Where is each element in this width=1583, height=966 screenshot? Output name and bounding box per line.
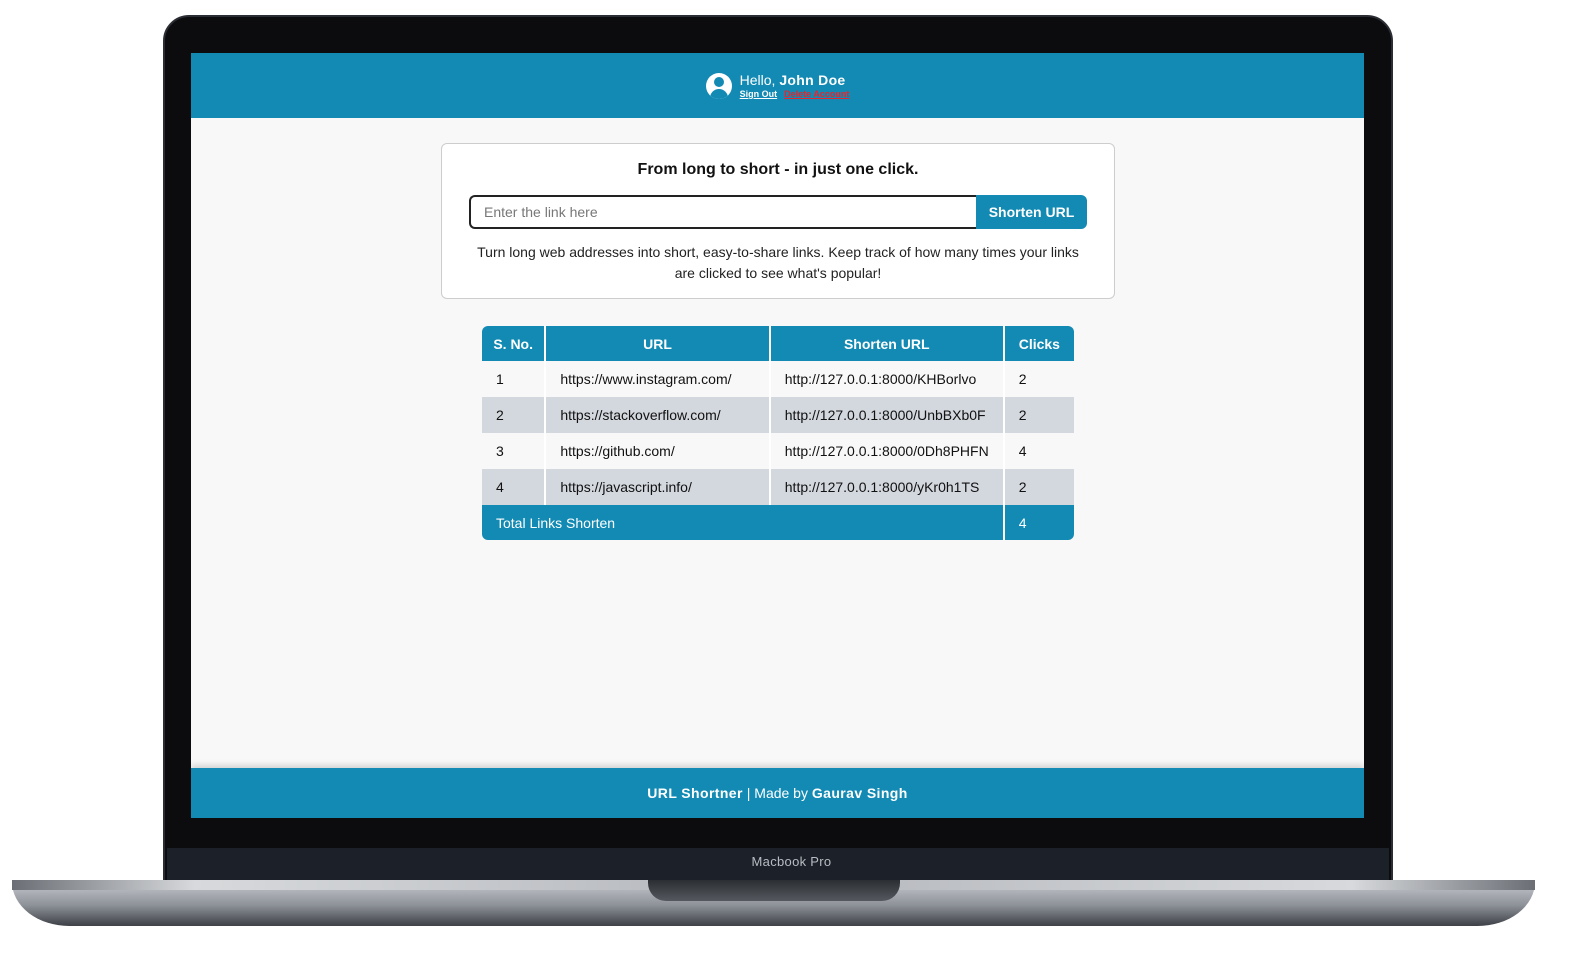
cell-url[interactable]: https://github.com/ [546,433,771,469]
table-row: 4 https://javascript.info/ http://127.0.… [482,469,1074,505]
shortener-form: Shorten URL [469,195,1087,229]
total-label: Total Links Shorten [482,505,1005,540]
table-total-row: Total Links Shorten 4 [482,505,1074,540]
account-links: Sign Out Delete Account [740,89,850,99]
app-footer: URL Shortner | Made by Gaurav Singh [191,768,1364,818]
cell-clicks: 2 [1004,397,1074,433]
app-screen: Hello, John Doe Sign Out Delete Account … [191,53,1364,818]
sign-out-link[interactable]: Sign Out [740,89,778,99]
cell-url[interactable]: https://javascript.info/ [546,469,771,505]
cell-url[interactable]: https://stackoverflow.com/ [546,397,771,433]
shortener-title: From long to short - in just one click. [637,161,919,178]
cell-short-url[interactable]: http://127.0.0.1:8000/UnbBXb0F [770,397,1005,433]
shortener-card: From long to short - in just one click. … [441,143,1115,299]
url-input[interactable] [469,195,976,229]
table-row: 1 https://www.instagram.com/ http://127.… [482,361,1074,397]
shorten-url-button[interactable]: Shorten URL [976,195,1087,229]
footer-app-name: URL Shortner [647,785,743,801]
header-url: URL [546,326,771,361]
cell-short-url[interactable]: http://127.0.0.1:8000/0Dh8PHFN [770,433,1005,469]
cell-sno: 1 [482,361,547,397]
cell-sno: 3 [482,433,547,469]
cell-short-url[interactable]: http://127.0.0.1:8000/yKr0h1TS [770,469,1005,505]
table-header-row: S. No. URL Shorten URL Clicks [482,326,1074,361]
table-row: 3 https://github.com/ http://127.0.0.1:8… [482,433,1074,469]
shortener-description: Turn long web addresses into short, easy… [477,244,1079,281]
header-sno: S. No. [482,326,547,361]
greeting: Hello, John Doe [740,72,850,88]
total-value: 4 [1004,505,1074,540]
user-block: Hello, John Doe Sign Out Delete Account [705,72,850,99]
user-avatar-icon [705,72,732,99]
laptop-mockup: Macbook Pro Hello, John Doe Sign Out Del… [0,0,1583,966]
cell-clicks: 2 [1004,469,1074,505]
cell-clicks: 2 [1004,361,1074,397]
footer-author: Gaurav Singh [811,785,908,801]
device-label: Macbook Pro [751,854,832,869]
cell-sno: 4 [482,469,547,505]
cell-sno: 2 [482,397,547,433]
links-table: S. No. URL Shorten URL Clicks 1 https://… [482,326,1074,540]
cell-url[interactable]: https://www.instagram.com/ [546,361,771,397]
app-header: Hello, John Doe Sign Out Delete Account [191,53,1364,118]
greeting-prefix: Hello, [739,72,776,88]
user-name: John Doe [779,72,846,88]
header-shorten-url: Shorten URL [770,326,1005,361]
footer-made-by: | Made by [742,785,812,801]
table-row: 2 https://stackoverflow.com/ http://127.… [482,397,1074,433]
laptop-notch [648,880,900,901]
cell-clicks: 4 [1004,433,1074,469]
cell-short-url[interactable]: http://127.0.0.1:8000/KHBorlvo [770,361,1005,397]
delete-account-link[interactable]: Delete Account [784,89,849,99]
header-clicks: Clicks [1004,326,1074,361]
